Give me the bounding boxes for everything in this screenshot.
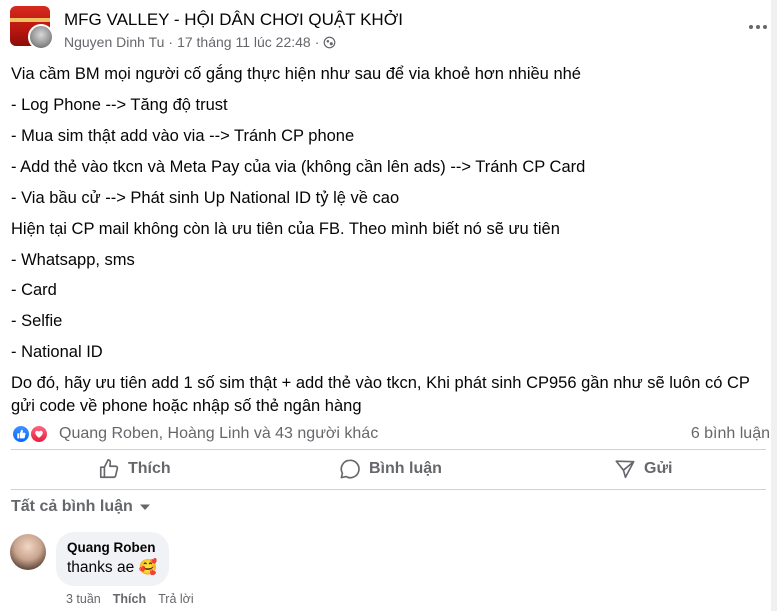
comment-time-link[interactable]: 3 tuần: [66, 592, 101, 606]
love-reaction-icon: [29, 424, 49, 444]
comment-count-link[interactable]: 6 bình luận: [691, 425, 770, 443]
commenter-name-link[interactable]: Quang Roben: [67, 540, 157, 555]
reactions-summary: Quang Roben, Hoàng Linh và 43 người khác…: [11, 424, 771, 446]
author-name-link[interactable]: Nguyen Dinh Tu: [64, 34, 164, 50]
comment-text-body: thanks ae: [67, 559, 135, 576]
comment-button-label: Bình luận: [369, 460, 442, 477]
comment-filter-dropdown[interactable]: Tất cả bình luận: [11, 498, 151, 516]
comment-filter-label: Tất cả bình luận: [11, 498, 133, 515]
comment-bubble: Quang Roben thanks ae 🥰: [56, 532, 170, 586]
post-line: - National ID: [11, 343, 103, 361]
send-icon: [615, 460, 635, 479]
post-line: Hiện tại CP mail không còn là ưu tiên củ…: [11, 220, 560, 238]
globe-icon[interactable]: [323, 36, 336, 49]
like-reaction-icon: [11, 424, 31, 444]
divider: [11, 489, 766, 490]
post-line: - Log Phone --> Tăng độ trust: [11, 96, 228, 114]
reaction-icons[interactable]: [11, 424, 53, 444]
commenter-avatar[interactable]: [10, 534, 46, 570]
group-avatar-stack[interactable]: [10, 6, 54, 50]
send-button[interactable]: Gửi: [614, 450, 672, 488]
like-button-label: Thích: [128, 460, 171, 477]
post-actions: Thích Bình luận Gửi: [11, 450, 766, 488]
comment-icon: [340, 459, 360, 479]
post-line: - Selfie: [11, 312, 63, 330]
post-line: - Mua sim thật add vào via --> Tránh CP …: [11, 127, 355, 145]
caret-down-icon: [139, 504, 150, 510]
comment-button[interactable]: Bình luận: [339, 450, 442, 488]
post-timestamp-link[interactable]: 17 tháng 11 lúc 22:48: [177, 34, 311, 50]
send-button-label: Gửi: [644, 460, 673, 477]
more-options-button[interactable]: [748, 16, 768, 32]
author-avatar[interactable]: [28, 24, 54, 50]
post-line: Via cầm BM mọi người cố gắng thực hiện n…: [11, 65, 581, 83]
more-icon: [749, 25, 767, 29]
like-button[interactable]: Thích: [98, 450, 171, 488]
comment-like-button[interactable]: Thích: [113, 592, 146, 606]
meta-separator: ·: [168, 34, 174, 50]
post-line: - Whatsapp, sms: [11, 251, 135, 269]
post-header: MFG VALLEY - HỘI DÂN CHƠI QUẬT KHỞI Nguy…: [10, 6, 770, 56]
post-line: - Via bầu cử --> Phát sinh Up National I…: [11, 189, 400, 207]
post-meta: Nguyen Dinh Tu · 17 tháng 11 lúc 22:48 ·: [64, 34, 336, 50]
thumbs-up-icon: [99, 459, 119, 479]
post-line: Do đó, hãy ưu tiên add 1 số sim thật + a…: [11, 374, 750, 392]
meta-separator: ·: [314, 34, 320, 50]
reaction-names-link[interactable]: Quang Roben, Hoàng Linh và 43 người khác: [59, 425, 378, 443]
smiling-hearts-emoji-icon: 🥰: [138, 558, 158, 576]
comment-reply-button[interactable]: Trả lời: [158, 592, 194, 606]
scrollbar[interactable]: [771, 0, 777, 611]
post-line: gửi code về phone hoặc nhập số thẻ ngân …: [11, 397, 362, 415]
comment-text: thanks ae 🥰: [67, 558, 157, 577]
post-line: - Add thẻ vào tkcn và Meta Pay của via (…: [11, 158, 586, 176]
comment-actions: 3 tuần Thích Trả lời: [66, 592, 194, 606]
group-name-link[interactable]: MFG VALLEY - HỘI DÂN CHƠI QUẬT KHỞI: [64, 10, 403, 30]
post-line: - Card: [11, 281, 57, 299]
